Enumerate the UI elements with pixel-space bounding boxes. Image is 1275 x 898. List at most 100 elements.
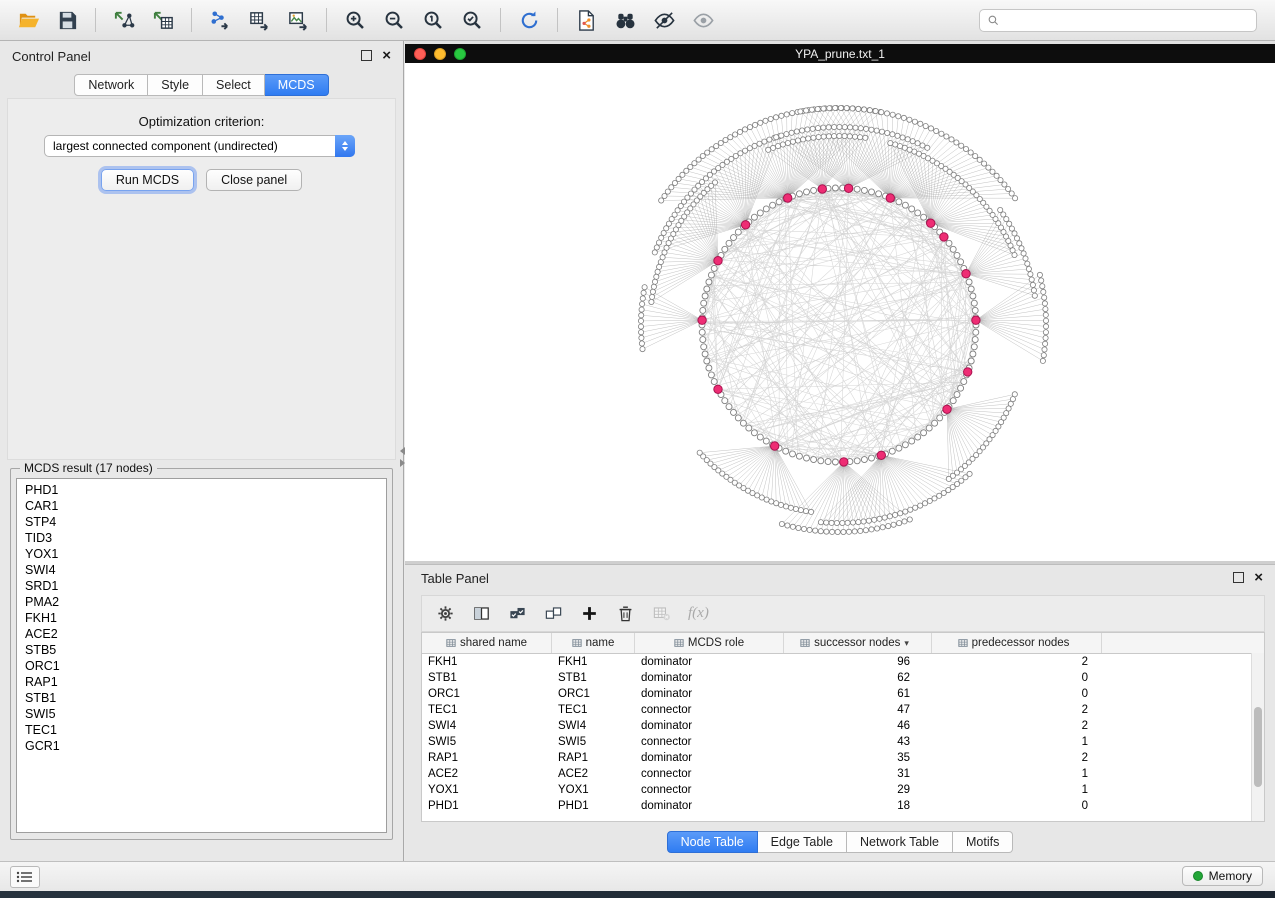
column-header-predecessor-nodes[interactable]: predecessor nodes <box>932 633 1102 653</box>
toolbar-separator <box>95 8 96 32</box>
mcds-result-item[interactable]: RAP1 <box>25 674 386 690</box>
tab-motifs[interactable]: Motifs <box>953 831 1013 853</box>
tab-network-table[interactable]: Network Table <box>847 831 953 853</box>
table-row[interactable]: FKH1FKH1dominator962 <box>422 654 1264 670</box>
import-table-button[interactable] <box>145 4 181 36</box>
mcds-result-item[interactable]: CAR1 <box>25 498 386 514</box>
network-from-document-button[interactable] <box>568 4 604 36</box>
tab-mcds[interactable]: MCDS <box>265 74 329 96</box>
table-row[interactable]: RAP1RAP1dominator352 <box>422 750 1264 766</box>
table-row[interactable]: TEC1TEC1connector472 <box>422 702 1264 718</box>
settings-gear-icon[interactable] <box>436 604 455 623</box>
deselect-all-icon[interactable] <box>544 604 563 623</box>
table-row[interactable]: ACE2ACE2connector311 <box>422 766 1264 782</box>
select-all-icon[interactable] <box>508 604 527 623</box>
mcds-result-item[interactable]: ORC1 <box>25 658 386 674</box>
table-row[interactable]: STB1STB1dominator620 <box>422 670 1264 686</box>
table-cell: 96 <box>784 656 932 668</box>
desktop-strip <box>0 891 1275 898</box>
close-table-panel-icon[interactable]: × <box>1254 572 1263 583</box>
close-window-icon[interactable] <box>414 48 426 60</box>
maximize-window-icon[interactable] <box>454 48 466 60</box>
zoom-out-button[interactable] <box>376 4 412 36</box>
column-header-shared-name[interactable]: shared name <box>422 633 552 653</box>
network-graph[interactable] <box>405 63 1275 561</box>
float-panel-icon[interactable] <box>361 50 372 61</box>
search-icon <box>987 14 1000 27</box>
search-binoculars-button[interactable] <box>607 4 643 36</box>
export-network-button[interactable] <box>202 4 238 36</box>
table-scrollbar[interactable] <box>1251 653 1264 821</box>
close-panel-icon[interactable]: × <box>382 50 391 61</box>
table-row[interactable]: SWI5SWI5connector431 <box>422 734 1264 750</box>
show-columns-icon[interactable] <box>472 604 491 623</box>
delete-row-icon[interactable] <box>616 604 635 623</box>
table-cell: 1 <box>932 768 1102 780</box>
dropdown-stepper-icon[interactable] <box>335 135 355 157</box>
search-input[interactable] <box>1005 12 1249 28</box>
mcds-result-list[interactable]: PHD1CAR1STP4TID3YOX1SWI4SRD1PMA2FKH1ACE2… <box>16 478 387 833</box>
mcds-result-item[interactable]: PMA2 <box>25 594 386 610</box>
tab-network[interactable]: Network <box>74 74 148 96</box>
column-header-name[interactable]: name <box>552 633 635 653</box>
mcds-result-item[interactable]: FKH1 <box>25 610 386 626</box>
sort-caret-icon[interactable]: ▾ <box>904 638 909 649</box>
show-hide-panel-button[interactable] <box>685 4 721 36</box>
column-header-successor-nodes[interactable]: successor nodes ▾ <box>784 633 932 653</box>
minimize-window-icon[interactable] <box>434 48 446 60</box>
tab-select[interactable]: Select <box>203 74 265 96</box>
mcds-result-item[interactable]: STP4 <box>25 514 386 530</box>
mcds-result-item[interactable]: STB5 <box>25 642 386 658</box>
status-bar: Memory <box>0 861 1275 891</box>
mcds-result-item[interactable]: TEC1 <box>25 722 386 738</box>
zoom-in-button[interactable] <box>337 4 373 36</box>
table-row[interactable]: YOX1YOX1connector291 <box>422 782 1264 798</box>
mcds-result-item[interactable]: PHD1 <box>25 482 386 498</box>
table-row[interactable]: ORC1ORC1dominator610 <box>422 686 1264 702</box>
table-cell: 31 <box>784 768 932 780</box>
status-menu-button[interactable] <box>10 866 40 888</box>
import-network-button[interactable] <box>106 4 142 36</box>
export-image-button[interactable] <box>280 4 316 36</box>
function-builder-icon: f(x) <box>688 605 709 622</box>
column-header-mcds-role[interactable]: MCDS role <box>635 633 784 653</box>
close-panel-button[interactable]: Close panel <box>206 169 302 191</box>
search-field[interactable] <box>979 9 1257 32</box>
table-cell: 18 <box>784 800 932 812</box>
table-panel-tabs: Node Table Edge Table Network Table Moti… <box>405 831 1275 853</box>
column-type-icon <box>572 638 582 648</box>
mcds-result-item[interactable]: STB1 <box>25 690 386 706</box>
table-cell: connector <box>635 736 784 748</box>
table-cell: YOX1 <box>422 784 552 796</box>
optimization-criterion-dropdown[interactable]: largest connected component (undirected) <box>44 135 355 157</box>
tab-edge-table[interactable]: Edge Table <box>758 831 847 853</box>
node-table-body: FKH1FKH1dominator962STB1STB1dominator620… <box>422 654 1264 814</box>
add-row-icon[interactable] <box>580 604 599 623</box>
table-cell: 0 <box>932 688 1102 700</box>
table-row[interactable]: PHD1PHD1dominator180 <box>422 798 1264 814</box>
mcds-result-item[interactable]: GCR1 <box>25 738 386 754</box>
tab-style[interactable]: Style <box>148 74 203 96</box>
mcds-result-item[interactable]: YOX1 <box>25 546 386 562</box>
table-scrollbar-thumb[interactable] <box>1254 707 1262 788</box>
table-row[interactable]: SWI4SWI4dominator462 <box>422 718 1264 734</box>
mcds-result-item[interactable]: ACE2 <box>25 626 386 642</box>
save-session-button[interactable] <box>49 4 85 36</box>
zoom-fit-button[interactable] <box>454 4 490 36</box>
refresh-view-button[interactable] <box>511 4 547 36</box>
toggle-graphics-details-button[interactable] <box>646 4 682 36</box>
mcds-result-item[interactable]: SRD1 <box>25 578 386 594</box>
memory-status-icon <box>1193 871 1203 881</box>
run-mcds-button[interactable]: Run MCDS <box>101 169 194 191</box>
tab-node-table[interactable]: Node Table <box>667 831 758 853</box>
open-session-button[interactable] <box>10 4 46 36</box>
memory-button[interactable]: Memory <box>1182 866 1263 886</box>
float-table-panel-icon[interactable] <box>1233 572 1244 583</box>
zoom-actual-size-button[interactable] <box>415 4 451 36</box>
network-window-titlebar[interactable]: YPA_prune.txt_1 <box>405 44 1275 63</box>
mcds-result-item[interactable]: TID3 <box>25 530 386 546</box>
control-panel: Control Panel × Network Style Select MCD… <box>0 41 404 862</box>
mcds-result-item[interactable]: SWI5 <box>25 706 386 722</box>
mcds-result-item[interactable]: SWI4 <box>25 562 386 578</box>
export-table-button[interactable] <box>241 4 277 36</box>
